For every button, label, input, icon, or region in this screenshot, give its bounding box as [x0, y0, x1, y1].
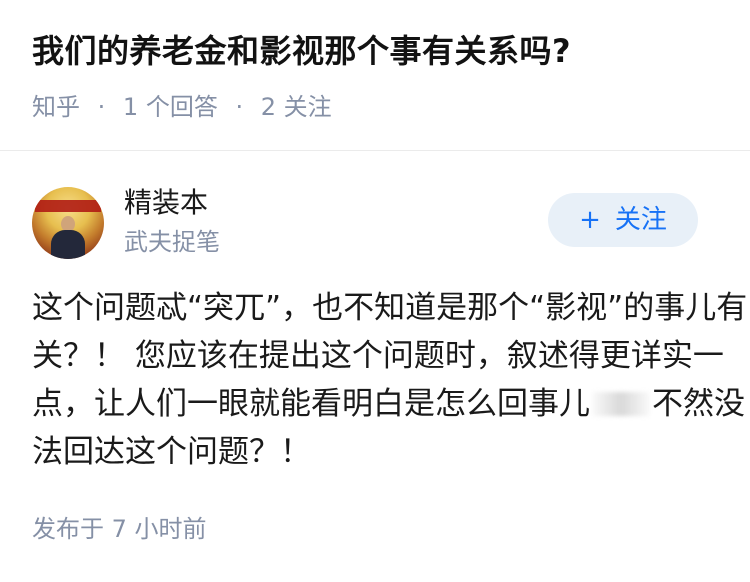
answer-line-4: 法回达这个问题？！ — [32, 434, 311, 470]
author-info: 精装本 武夫捉笔 — [124, 183, 220, 259]
blurred-text-mark — [592, 392, 650, 416]
answer-line-1: 这个问题忒“突兀”，也不知道是那个“影视”的事儿有 — [32, 290, 748, 326]
author-headline: 武夫捉笔 — [124, 228, 220, 256]
meta-separator-dot: · — [97, 93, 106, 121]
answer-line-2: 关？！ 您应该在提出这个问题时，叙述得更详实一 — [32, 338, 724, 374]
source-label: 知乎 — [32, 93, 80, 121]
answer-line-3-part-1: 点，让人们一眼就能看明白是怎么回事儿 — [32, 386, 590, 422]
avatar-body — [51, 230, 85, 259]
answer-count-link[interactable]: 1 个回答 — [123, 93, 218, 121]
answer-line-3: 点，让人们一眼就能看明白是怎么回事儿 不然没 — [32, 380, 745, 428]
section-divider — [0, 150, 750, 151]
meta-separator-dot: · — [235, 93, 244, 121]
answer-author-row: 精装本 武夫捉笔 + 关注 — [32, 183, 718, 263]
avatar-banner — [35, 200, 101, 212]
answer-content[interactable]: 这个问题忒“突兀”，也不知道是那个“影视”的事儿有 关？！ 您应该在提出这个问题… — [32, 284, 748, 476]
question-meta: 知乎 · 1 个回答 · 2 关注 — [32, 90, 722, 124]
follow-button[interactable]: + 关注 — [548, 193, 698, 247]
publish-time: 发布于 7 小时前 — [32, 515, 207, 543]
follower-count-link[interactable]: 2 关注 — [261, 93, 332, 121]
author-name[interactable]: 精装本 — [124, 183, 220, 223]
follow-button-label: 关注 — [614, 205, 667, 235]
question-header: 我们的养老金和影视那个事有关系吗? 知乎 · 1 个回答 · 2 关注 — [32, 28, 722, 124]
answer-line-3-part-2: 不然没 — [652, 386, 745, 422]
plus-icon: + — [579, 205, 601, 235]
author-avatar[interactable] — [32, 187, 104, 259]
question-title[interactable]: 我们的养老金和影视那个事有关系吗? — [32, 28, 722, 74]
